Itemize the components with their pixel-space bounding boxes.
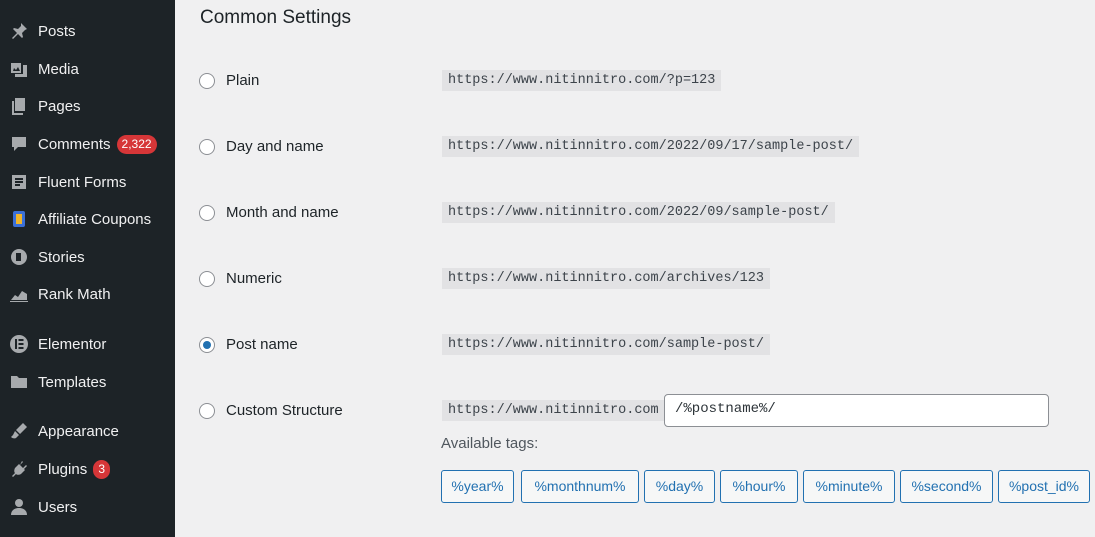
sidebar-item-label: Plugins bbox=[38, 460, 88, 478]
sidebar-item-label: Posts bbox=[38, 22, 76, 40]
sidebar-item-label: Fluent Forms bbox=[38, 173, 127, 191]
sidebar-item-label: Users bbox=[38, 498, 78, 516]
comments-count-badge: 2,322 bbox=[116, 134, 157, 154]
sidebar-item-stories[interactable]: Stories bbox=[0, 239, 175, 275]
option-label: Month and name bbox=[226, 204, 339, 221]
sidebar-item-pages[interactable]: Pages bbox=[0, 88, 175, 124]
tag-post-id-button[interactable]: %post_id% bbox=[998, 470, 1090, 503]
post-name-radio[interactable] bbox=[199, 337, 215, 353]
option-label: Custom Structure bbox=[226, 402, 343, 419]
pin-icon bbox=[8, 20, 30, 42]
sidebar-item-label: Rank Math bbox=[38, 285, 111, 303]
sidebar-item-appearance[interactable]: Appearance bbox=[0, 413, 175, 449]
elementor-icon bbox=[8, 333, 30, 355]
example-url: https://www.nitinnitro.com/2022/09/sampl… bbox=[442, 202, 835, 223]
day-and-name-radio[interactable] bbox=[199, 139, 215, 155]
tag-day-button[interactable]: %day% bbox=[644, 470, 715, 503]
tag-second-button[interactable]: %second% bbox=[900, 470, 993, 503]
sidebar-item-label: Appearance bbox=[38, 422, 119, 440]
available-tags-label: Available tags: bbox=[441, 435, 539, 452]
option-plain: Plain https://www.nitinnitro.com/?p=123 bbox=[175, 62, 1095, 102]
sidebar-item-affiliate-coupons[interactable]: Affiliate Coupons bbox=[0, 201, 175, 237]
sidebar-item-label: Templates bbox=[38, 373, 107, 391]
user-icon bbox=[8, 496, 30, 518]
plain-radio[interactable] bbox=[199, 73, 215, 89]
tag-minute-button[interactable]: %minute% bbox=[803, 470, 895, 503]
option-month-and-name: Month and name https://www.nitinnitro.co… bbox=[175, 194, 1095, 234]
example-url: https://www.nitinnitro.com/archives/123 bbox=[442, 268, 770, 289]
option-label: Plain bbox=[226, 72, 260, 89]
sidebar-item-label: Pages bbox=[38, 97, 81, 115]
option-day-and-name: Day and name https://www.nitinnitro.com/… bbox=[175, 128, 1095, 168]
base-url: https://www.nitinnitro.com bbox=[442, 400, 665, 421]
sidebar-item-rank-math[interactable]: Rank Math bbox=[0, 276, 175, 312]
sidebar-item-label: Affiliate Coupons bbox=[38, 210, 152, 228]
plug-icon bbox=[8, 458, 30, 480]
media-icon bbox=[8, 58, 30, 80]
tag-hour-button[interactable]: %hour% bbox=[720, 470, 798, 503]
sidebar-item-elementor[interactable]: Elementor bbox=[0, 326, 175, 362]
tag-monthnum-button[interactable]: %monthnum% bbox=[521, 470, 639, 503]
folder-icon bbox=[8, 371, 30, 393]
sidebar-item-comments[interactable]: Comments 2,322 bbox=[0, 126, 175, 162]
numeric-radio[interactable] bbox=[199, 271, 215, 287]
stories-icon bbox=[8, 246, 30, 268]
comment-icon bbox=[8, 133, 30, 155]
option-label: Numeric bbox=[226, 270, 282, 287]
option-numeric: Numeric https://www.nitinnitro.com/archi… bbox=[175, 260, 1095, 300]
admin-sidebar: Posts Media Pages Comments 2,322 Fluent … bbox=[0, 0, 175, 537]
sidebar-item-label: Comments bbox=[38, 135, 111, 153]
example-url: https://www.nitinnitro.com/sample-post/ bbox=[442, 334, 770, 355]
plugins-update-badge: 3 bbox=[93, 459, 111, 479]
option-label: Day and name bbox=[226, 138, 324, 155]
brush-icon bbox=[8, 420, 30, 442]
custom-structure-radio[interactable] bbox=[199, 403, 215, 419]
sidebar-item-label: Media bbox=[38, 60, 79, 78]
section-title: Common Settings bbox=[200, 7, 352, 28]
coupon-icon bbox=[8, 208, 30, 230]
sidebar-item-users[interactable]: Users bbox=[0, 489, 175, 525]
sidebar-item-label: Elementor bbox=[38, 335, 107, 353]
tag-year-button[interactable]: %year% bbox=[441, 470, 514, 503]
month-and-name-radio[interactable] bbox=[199, 205, 215, 221]
chart-icon bbox=[8, 283, 30, 305]
sidebar-item-media[interactable]: Media bbox=[0, 51, 175, 87]
option-post-name: Post name https://www.nitinnitro.com/sam… bbox=[175, 326, 1095, 366]
example-url: https://www.nitinnitro.com/2022/09/17/sa… bbox=[442, 136, 860, 157]
option-label: Post name bbox=[226, 336, 298, 353]
sidebar-item-posts[interactable]: Posts bbox=[0, 13, 175, 49]
sidebar-item-templates[interactable]: Templates bbox=[0, 364, 175, 400]
forms-icon bbox=[8, 171, 30, 193]
sidebar-item-fluent-forms[interactable]: Fluent Forms bbox=[0, 164, 175, 200]
pages-icon bbox=[8, 95, 30, 117]
sidebar-item-label: Stories bbox=[38, 248, 85, 266]
custom-structure-input[interactable]: /%postname%/ bbox=[664, 394, 1049, 427]
example-url: https://www.nitinnitro.com/?p=123 bbox=[442, 70, 722, 91]
permalink-settings: Common Settings Plain https://www.nitinn… bbox=[175, 0, 1095, 537]
sidebar-item-plugins[interactable]: Plugins 3 bbox=[0, 451, 175, 487]
